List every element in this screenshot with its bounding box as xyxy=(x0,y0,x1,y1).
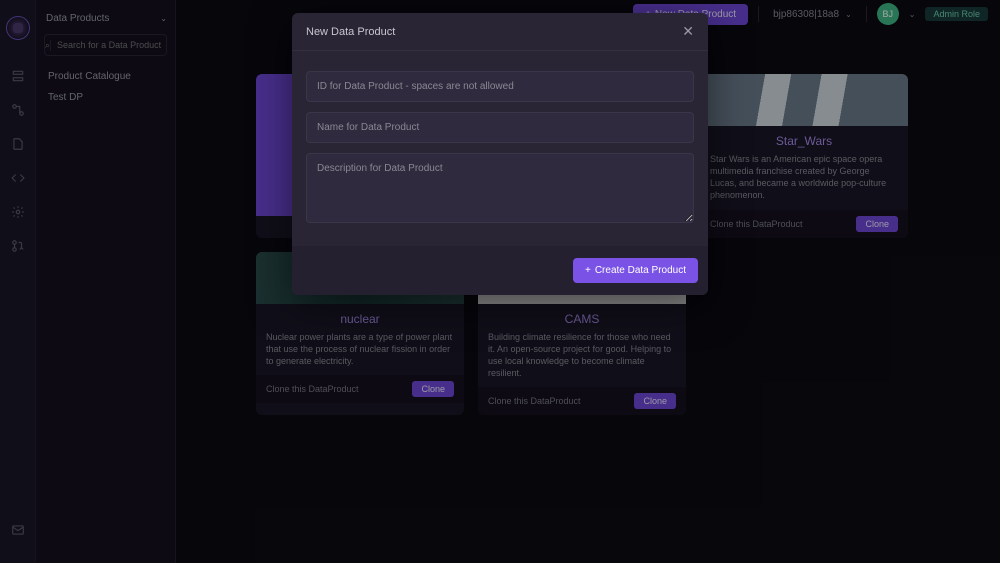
new-data-product-modal: New Data Product ✕ + Create Data Product xyxy=(292,13,708,295)
close-icon[interactable]: ✕ xyxy=(682,23,694,40)
dp-id-input[interactable] xyxy=(306,71,694,102)
dp-name-input[interactable] xyxy=(306,112,694,143)
create-data-product-button[interactable]: + Create Data Product xyxy=(573,258,698,283)
modal-title: New Data Product xyxy=(306,26,395,38)
dp-description-input[interactable] xyxy=(306,153,694,223)
create-label: Create Data Product xyxy=(595,265,686,276)
plus-icon: + xyxy=(585,265,591,276)
